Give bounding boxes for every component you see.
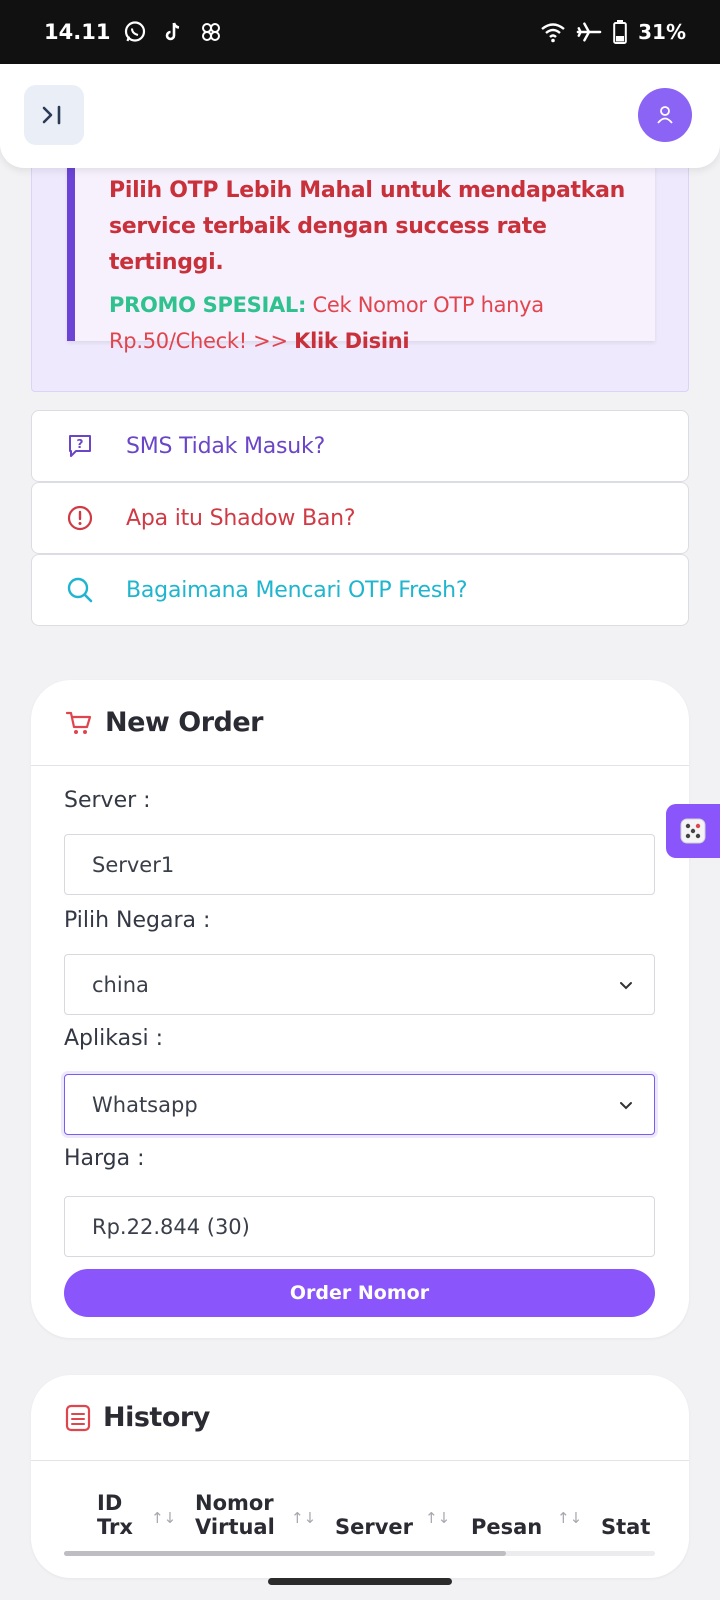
column-header-server[interactable]: Server <box>335 1515 413 1539</box>
new-order-header: New Order <box>31 680 689 766</box>
status-time: 14.11 <box>44 20 111 44</box>
scrollbar-thumb[interactable] <box>64 1551 506 1556</box>
app-value: Whatsapp <box>92 1092 198 1117</box>
announcement-warning: Pilih OTP Lebih Mahal untuk mendapatkan … <box>109 178 625 275</box>
avatar[interactable] <box>638 88 692 142</box>
top-app-bar <box>0 64 720 168</box>
sort-icon[interactable]: ↑↓ <box>557 1509 582 1527</box>
random-dice-button[interactable] <box>666 804 720 858</box>
order-number-button[interactable]: Order Nomor <box>64 1269 655 1317</box>
promo-text: PROMO SPESIAL: Cek Nomor OTP hanya Rp.50… <box>109 287 635 359</box>
chevron-down-icon <box>620 982 632 990</box>
server-value: Server1 <box>92 852 175 877</box>
country-select[interactable]: china <box>64 954 655 1015</box>
wifi-icon <box>540 19 566 45</box>
promo-label: PROMO SPESIAL: <box>109 293 307 317</box>
price-field: Rp.22.844 (30) <box>64 1196 655 1257</box>
price-label: Harga : <box>64 1146 145 1171</box>
column-header-pesan[interactable]: Pesan <box>471 1515 542 1539</box>
airplane-icon <box>576 19 602 45</box>
status-bar: 14.11 31% <box>0 0 720 64</box>
status-bar-left: 14.11 <box>44 19 224 45</box>
sidebar-toggle-button[interactable] <box>24 85 84 145</box>
column-header-id-trx[interactable]: ID Trx <box>97 1491 133 1539</box>
price-value: Rp.22.844 (30) <box>92 1214 250 1239</box>
battery-percentage: 31% <box>638 20 686 44</box>
battery-icon <box>612 19 628 45</box>
user-icon <box>657 106 673 124</box>
history-title: History <box>103 1402 210 1433</box>
pinwheel-icon <box>198 19 224 45</box>
faq-label: Apa itu Shadow Ban? <box>126 505 356 531</box>
promo-link[interactable]: Klik Disini <box>294 329 409 353</box>
server-label: Server : <box>64 788 151 813</box>
question-icon: ? <box>66 432 94 460</box>
faq-sms-not-received[interactable]: ? SMS Tidak Masuk? <box>31 410 689 482</box>
app-label: Aplikasi : <box>64 1026 164 1051</box>
column-header-status[interactable]: Stat <box>601 1515 650 1539</box>
sidebar-toggle-icon <box>42 105 61 125</box>
dice-icon <box>680 818 706 844</box>
history-header: History <box>31 1375 689 1461</box>
server-field[interactable]: Server1 <box>64 834 655 895</box>
country-label: Pilih Negara : <box>64 908 211 933</box>
chevron-down-icon <box>620 1102 632 1110</box>
whatsapp-icon <box>122 19 148 45</box>
sort-icon[interactable]: ↑↓ <box>291 1509 316 1527</box>
tiktok-icon <box>160 19 186 45</box>
cart-icon <box>65 711 92 734</box>
gesture-home-bar[interactable] <box>268 1578 452 1585</box>
table-horizontal-scrollbar[interactable] <box>64 1551 655 1556</box>
new-order-title: New Order <box>105 707 263 738</box>
new-order-card: New Order Server : Server1 Pilih Negara … <box>31 680 689 1338</box>
search-icon <box>66 576 94 604</box>
app-select[interactable]: Whatsapp <box>64 1074 655 1135</box>
column-header-nomor-virtual[interactable]: Nomor Virtual <box>195 1491 275 1539</box>
country-value: china <box>92 972 149 997</box>
status-bar-right: 31% <box>540 19 686 45</box>
faq-label: SMS Tidak Masuk? <box>126 433 326 459</box>
faq-find-fresh-otp[interactable]: Bagaimana Mencari OTP Fresh? <box>31 554 689 626</box>
list-icon <box>65 1404 91 1431</box>
alert-circle-icon <box>66 504 94 532</box>
history-card: History ID Trx ↑↓ Nomor Virtual ↑↓ Server … <box>31 1375 689 1578</box>
faq-shadow-ban[interactable]: Apa itu Shadow Ban? <box>31 482 689 554</box>
faq-label: Bagaimana Mencari OTP Fresh? <box>126 577 468 603</box>
svg-text:?: ? <box>77 437 84 451</box>
sort-icon[interactable]: ↑↓ <box>151 1509 176 1527</box>
sort-icon[interactable]: ↑↓ <box>425 1509 450 1527</box>
history-table-header: ID Trx ↑↓ Nomor Virtual ↑↓ Server ↑↓ Pesan… <box>31 1475 689 1555</box>
announcement-callout: Pilih OTP Lebih Mahal untuk mendapatkan … <box>67 161 655 353</box>
